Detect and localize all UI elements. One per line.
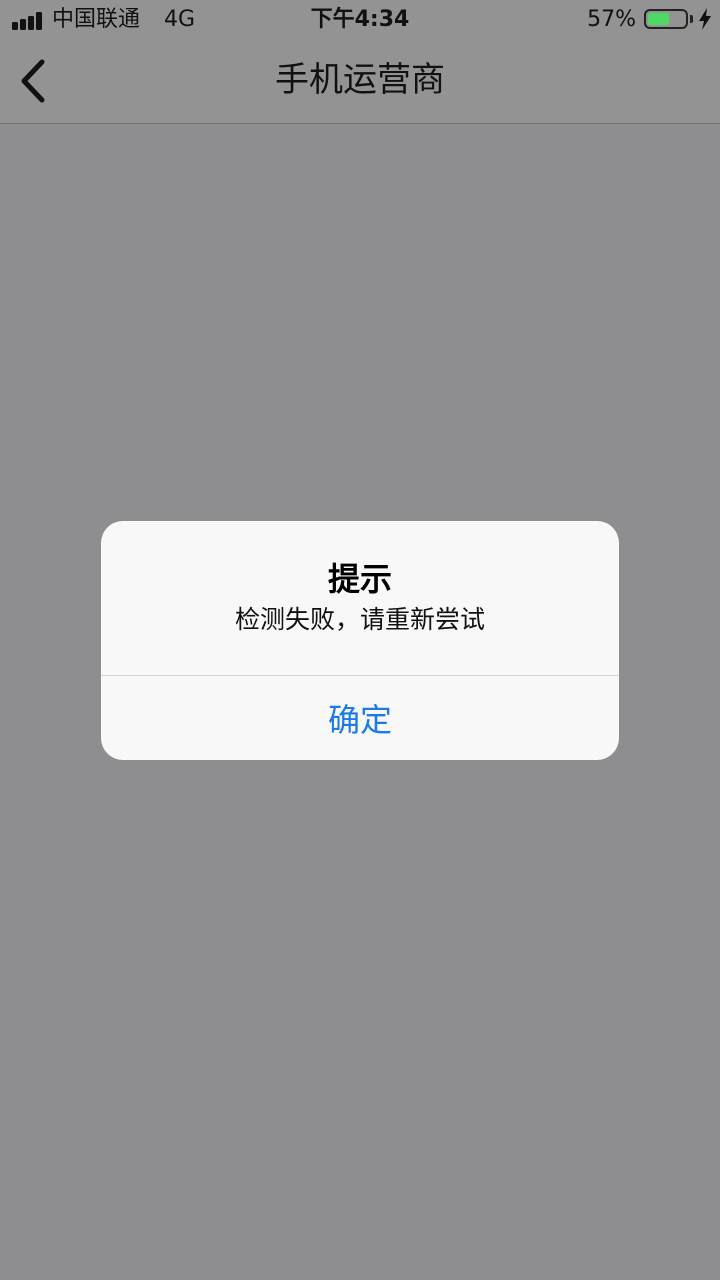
navigation-bar: 手机运营商 (0, 40, 720, 124)
screen: 中国联通 4G 下午4:34 57% 手机运营商 提示 检测失败，请重新尝试 确… (0, 0, 720, 1280)
status-bar: 中国联通 4G 下午4:34 57% (0, 0, 720, 40)
battery-level-fill (648, 13, 669, 25)
confirm-button[interactable]: 确定 (101, 676, 619, 760)
battery-percent: 57% (587, 7, 636, 32)
alert-dialog: 提示 检测失败，请重新尝试 确定 (101, 521, 619, 760)
battery-icon (644, 9, 688, 29)
alert-title: 提示 (327, 560, 392, 598)
lightning-bolt-icon (699, 8, 711, 30)
battery-cap (690, 15, 693, 23)
page-title: 手机运营商 (275, 60, 445, 100)
alert-message: 检测失败，请重新尝试 (234, 605, 485, 634)
